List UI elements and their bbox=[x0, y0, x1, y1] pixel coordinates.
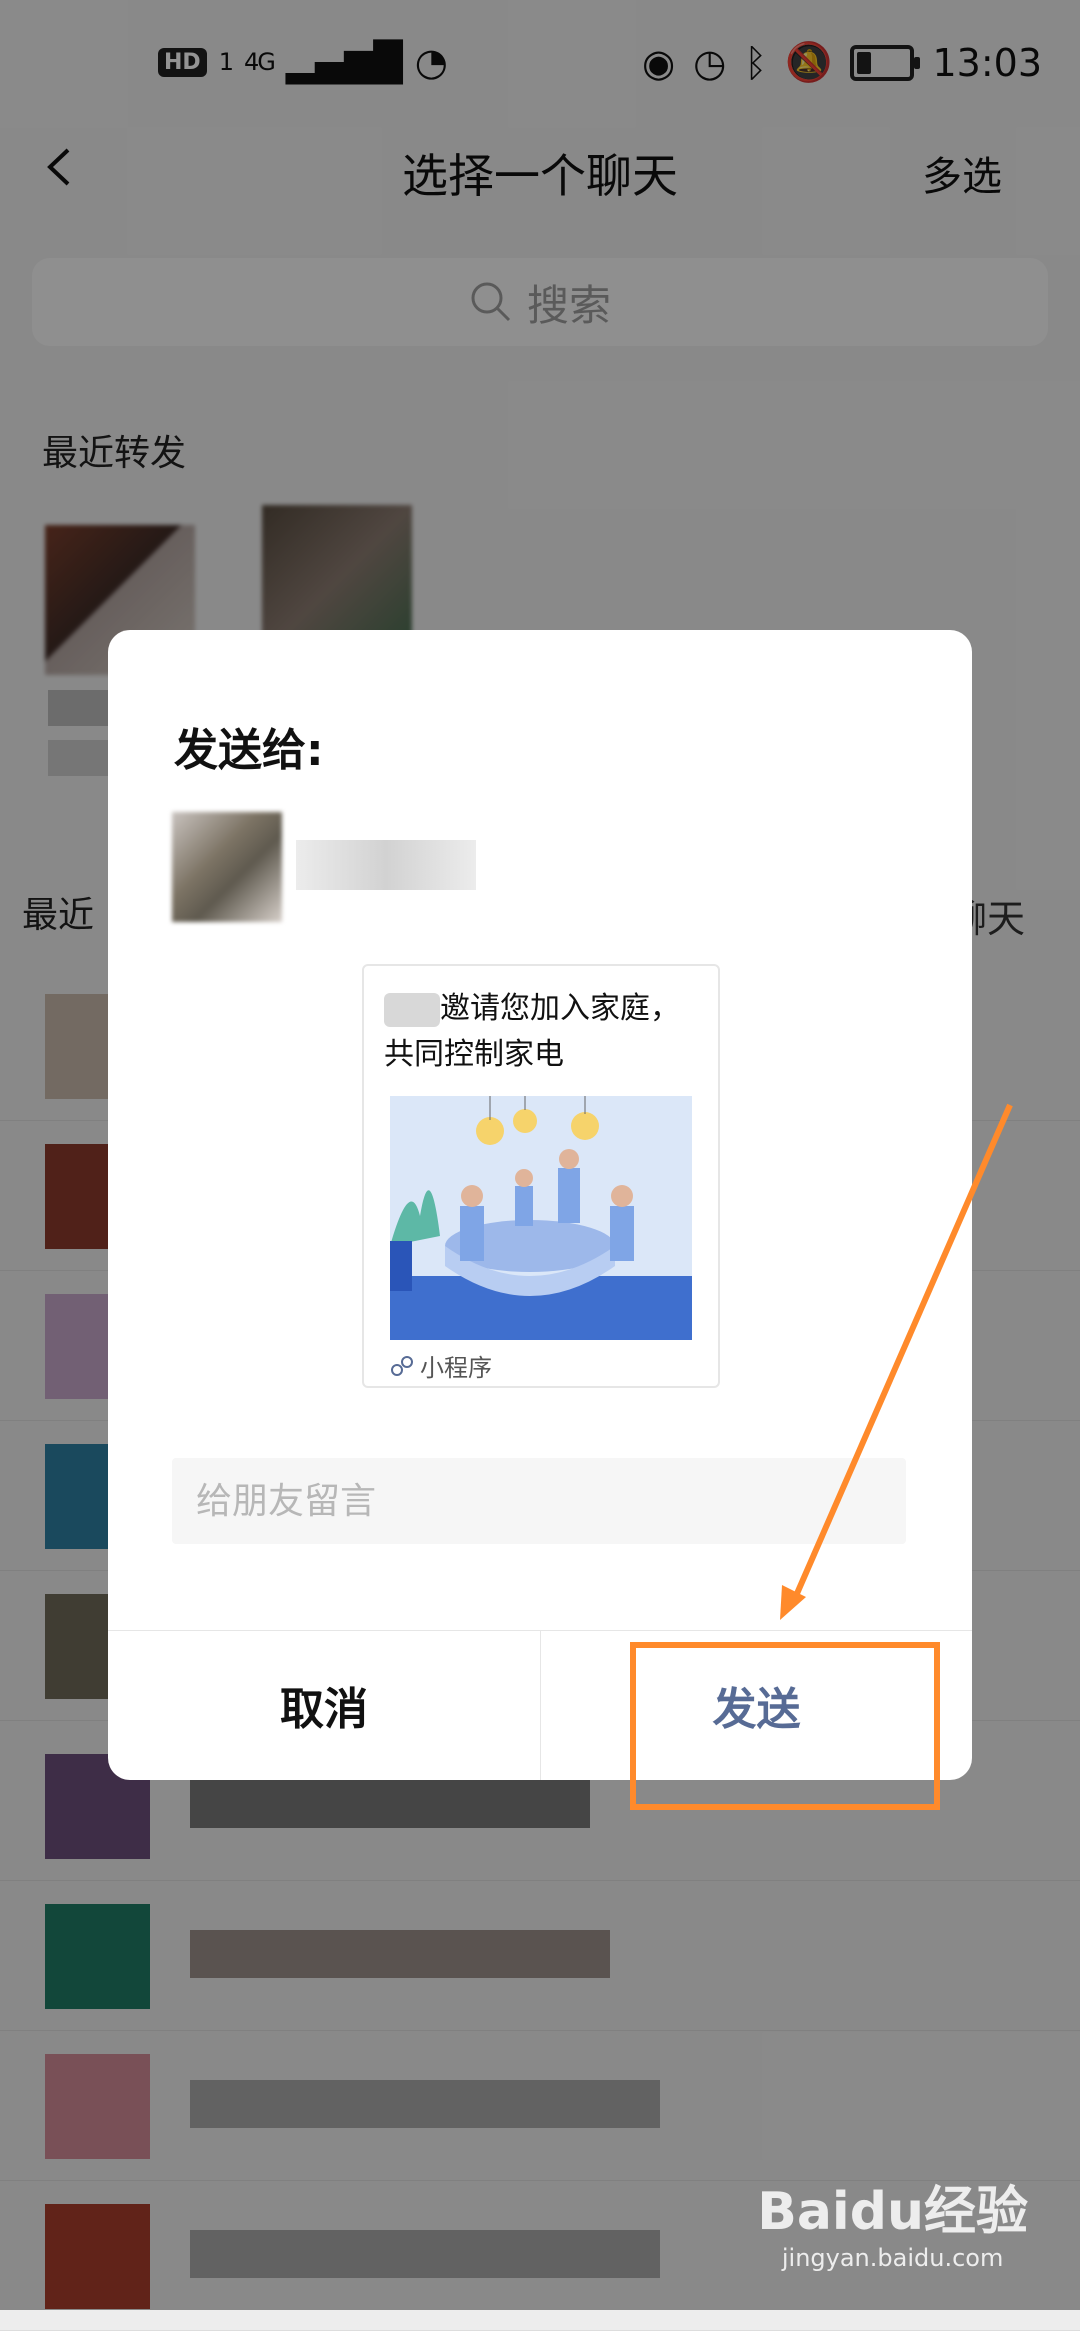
card-footer: 小程序 bbox=[390, 1348, 492, 1383]
card-footer-label: 小程序 bbox=[420, 1354, 492, 1382]
cancel-button[interactable]: 取消 bbox=[108, 1630, 540, 1780]
watermark: Baidu经验 jingyan.baidu.com bbox=[757, 2169, 1028, 2272]
watermark-logo: Baidu经验 bbox=[757, 2182, 1028, 2242]
card-title: 邀请您加入家庭，共同控制家电 bbox=[384, 986, 684, 1078]
card-image bbox=[390, 1096, 692, 1340]
card-title-blur bbox=[384, 992, 440, 1027]
recipient-avatar bbox=[172, 812, 282, 922]
send-dialog: 发送给: 邀请您加入家庭，共同控制家电 小程序 给朋友留言 取消 发送 bbox=[108, 630, 972, 1780]
mini-program-icon bbox=[391, 1355, 413, 1376]
recipient-name bbox=[296, 840, 476, 890]
annotation-highlight-box bbox=[630, 1642, 940, 1810]
mini-program-card: 邀请您加入家庭，共同控制家电 小程序 bbox=[362, 964, 720, 1388]
dialog-title: 发送给: bbox=[174, 725, 324, 776]
message-input[interactable] bbox=[172, 1458, 906, 1544]
watermark-domain: jingyan.baidu.com bbox=[781, 2244, 1004, 2272]
family-dinner-illustration bbox=[390, 1096, 692, 1340]
